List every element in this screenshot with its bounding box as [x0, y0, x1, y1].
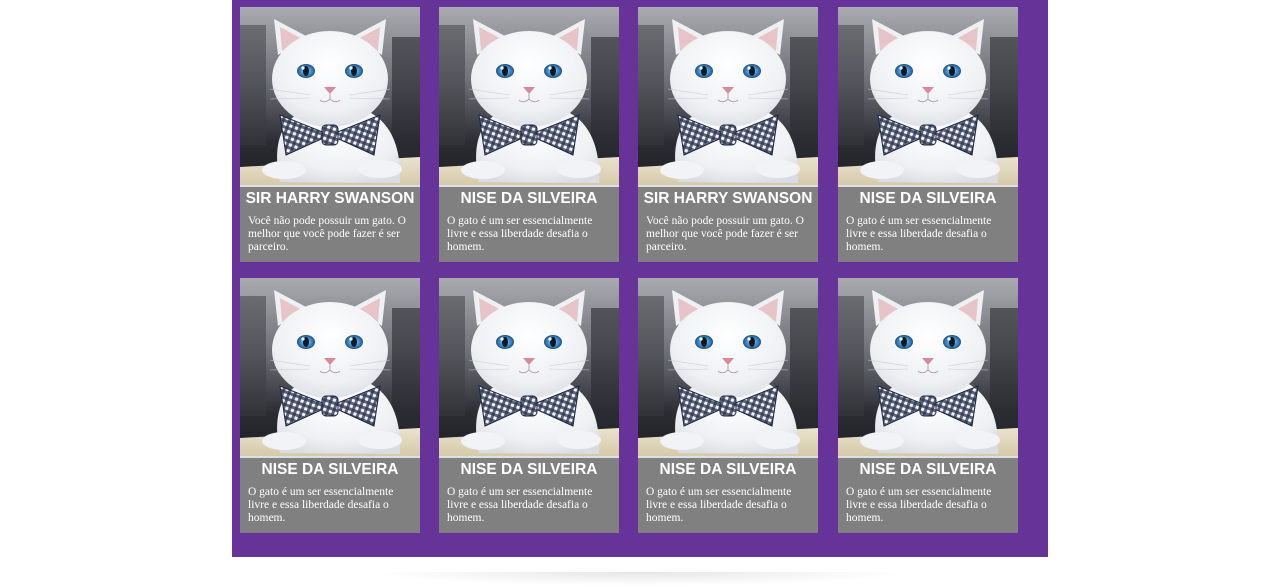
- card-grid-container: SIR HARRY SWANSON Você não pode possuir …: [232, 0, 1048, 557]
- cat-photo-image: [638, 278, 818, 458]
- cat-photo-image: [638, 7, 818, 187]
- footer-shadow: [370, 572, 910, 586]
- card-title: NISE DA SILVEIRA: [460, 461, 598, 478]
- card-5: NISE DA SILVEIRA O gato é um ser essenci…: [240, 278, 420, 533]
- card-6: NISE DA SILVEIRA O gato é um ser essenci…: [439, 278, 619, 533]
- cat-photo-image: [838, 278, 1018, 458]
- card-text: O gato é um ser essencialmente livre e e…: [447, 215, 593, 253]
- card-3: SIR HARRY SWANSON Você não pode possuir …: [638, 7, 818, 262]
- card-text: O gato é um ser essencialmente livre e e…: [447, 486, 593, 524]
- card-title: NISE DA SILVEIRA: [859, 190, 997, 207]
- card-text: Você não pode possuir um gato. O melhor …: [248, 215, 406, 253]
- card-1: SIR HARRY SWANSON Você não pode possuir …: [240, 7, 420, 262]
- cat-photo-image: [240, 7, 420, 187]
- cat-photo-image: [838, 7, 1018, 187]
- card-title: NISE DA SILVEIRA: [460, 190, 598, 207]
- card-text: O gato é um ser essencialmente livre e e…: [248, 486, 394, 524]
- cat-photo-image: [439, 7, 619, 187]
- card-text: Você não pode possuir um gato. O melhor …: [646, 215, 804, 253]
- card-title: NISE DA SILVEIRA: [659, 461, 797, 478]
- cat-photo-image: [439, 278, 619, 458]
- card-4: NISE DA SILVEIRA O gato é um ser essenci…: [838, 7, 1018, 262]
- card-7: NISE DA SILVEIRA O gato é um ser essenci…: [638, 278, 818, 533]
- card-title: NISE DA SILVEIRA: [261, 461, 399, 478]
- card-2: NISE DA SILVEIRA O gato é um ser essenci…: [439, 7, 619, 262]
- card-text: O gato é um ser essencialmente livre e e…: [846, 215, 992, 253]
- card-8: NISE DA SILVEIRA O gato é um ser essenci…: [838, 278, 1018, 533]
- card-title: SIR HARRY SWANSON: [245, 190, 415, 207]
- card-text: O gato é um ser essencialmente livre e e…: [646, 486, 792, 524]
- card-title: NISE DA SILVEIRA: [859, 461, 997, 478]
- card-title: SIR HARRY SWANSON: [643, 190, 813, 207]
- card-text: O gato é um ser essencialmente livre e e…: [846, 486, 992, 524]
- cat-photo-image: [240, 278, 420, 458]
